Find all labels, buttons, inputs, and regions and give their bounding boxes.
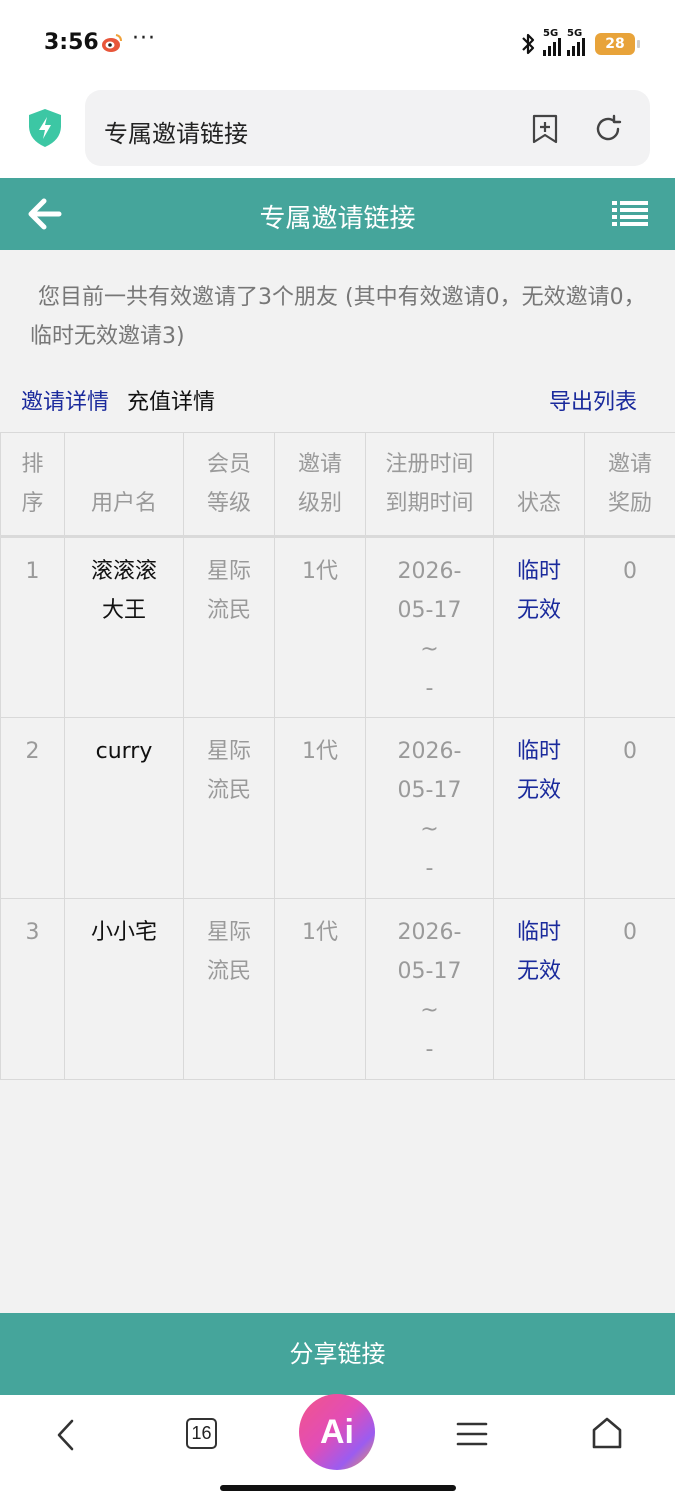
recharge-details-link[interactable]: 充值详情	[127, 384, 215, 416]
invite-table: 排序 用户名 会员 等级 邀请 级别 注册时间 到期时间 状态 邀请 奖励 1 滚滚滚大…	[0, 432, 675, 1080]
cell-rank: 3	[0, 898, 65, 1080]
home-indicator[interactable]	[220, 1485, 456, 1491]
reload-icon[interactable]	[593, 114, 623, 144]
cell-invite-level: 1代	[274, 536, 366, 718]
invite-summary: 您目前一共有效邀请了3个朋友 (其中有效邀请0，无效邀请0，临时无效邀请3)	[30, 285, 646, 349]
more-notifications-icon: ···	[132, 26, 156, 51]
cell-status: 临时 无效	[493, 536, 585, 718]
security-shield-icon[interactable]	[27, 108, 63, 148]
cell-member-level: 星际 流民	[183, 717, 275, 899]
status-icons: 5G 5G 28	[519, 28, 640, 58]
cell-invite-level: 1代	[274, 898, 366, 1080]
invite-details-link[interactable]: 邀请详情	[21, 384, 109, 416]
ai-assistant-button[interactable]: Ai	[299, 1394, 375, 1470]
export-list-link[interactable]: 导出列表	[549, 384, 637, 416]
cell-rank: 1	[0, 536, 65, 718]
header-invite-level: 邀请 级别	[274, 432, 366, 538]
cell-username: 小小宅	[64, 898, 184, 1080]
table-row: 2 curry 星际 流民 1代 2026- 05-17 ~ - 临时 无效 0	[0, 717, 675, 899]
address-text[interactable]: 专属邀请链接	[104, 114, 248, 149]
cell-time: 2026- 05-17 ~ -	[365, 898, 494, 1080]
header-reward: 邀请 奖励	[584, 432, 675, 538]
weibo-icon	[102, 34, 122, 52]
cell-username: 滚滚滚 大王	[64, 536, 184, 718]
header-status: 状态	[493, 432, 585, 538]
share-link-button[interactable]: 分享链接	[0, 1313, 675, 1395]
detail-links: 邀请详情 充值详情 导出列表	[21, 384, 641, 418]
address-bar[interactable]: 专属邀请链接	[85, 90, 650, 166]
signal-1-icon: 5G	[543, 28, 561, 56]
header-rank: 排序	[0, 432, 65, 538]
app-header: 专属邀请链接	[0, 178, 675, 250]
bluetooth-icon	[522, 33, 535, 55]
menu-icon[interactable]	[456, 1420, 488, 1448]
cell-rank: 2	[0, 717, 65, 899]
cell-member-level: 星际 流民	[183, 536, 275, 718]
add-bookmark-icon[interactable]	[531, 114, 559, 144]
cell-username: curry	[64, 717, 184, 899]
cell-invite-level: 1代	[274, 717, 366, 899]
browser-toolbar: 专属邀请链接	[0, 88, 675, 178]
battery-indicator: 28	[595, 33, 640, 55]
header-username: 用户名	[64, 432, 184, 538]
menu-list-icon[interactable]	[612, 200, 648, 228]
clock: 3:56	[44, 30, 99, 55]
page-title: 专属邀请链接	[259, 204, 416, 234]
cell-reward: 0	[584, 898, 675, 1080]
signal-2-icon: 5G	[567, 28, 585, 56]
table-row: 3 小小宅 星际 流民 1代 2026- 05-17 ~ - 临时 无效 0	[0, 898, 675, 1080]
cell-reward: 0	[584, 717, 675, 899]
cell-status: 临时 无效	[493, 898, 585, 1080]
table-row: 1 滚滚滚 大王 星际 流民 1代 2026- 05-17 ~ - 临时 无效 0	[0, 536, 675, 718]
cell-time: 2026- 05-17 ~ -	[365, 536, 494, 718]
chevron-left-icon[interactable]	[52, 1417, 80, 1453]
home-icon[interactable]	[590, 1416, 624, 1450]
cell-time: 2026- 05-17 ~ -	[365, 717, 494, 899]
header-time: 注册时间 到期时间	[365, 432, 494, 538]
header-member-level: 会员 等级	[183, 432, 275, 538]
cell-reward: 0	[584, 536, 675, 718]
status-bar: 3:56 ··· 5G 5G 28	[0, 0, 675, 88]
tabs-count-button[interactable]: 16	[186, 1418, 217, 1449]
cell-status: 临时 无效	[493, 717, 585, 899]
table-header-row: 排序 用户名 会员 等级 邀请 级别 注册时间 到期时间 状态 邀请 奖励	[0, 432, 675, 538]
cell-member-level: 星际 流民	[183, 898, 275, 1080]
